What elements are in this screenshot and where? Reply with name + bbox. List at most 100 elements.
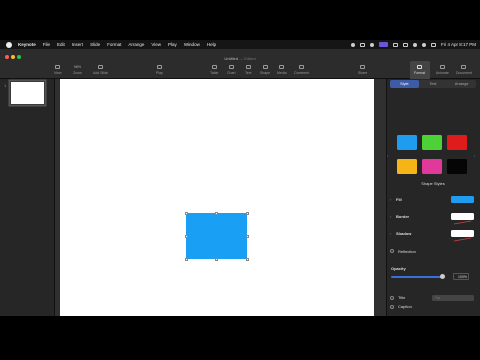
plus-icon bbox=[97, 65, 103, 69]
next-styles-icon[interactable]: › bbox=[474, 153, 475, 158]
status-icon[interactable] bbox=[359, 42, 365, 47]
title-checkbox[interactable] bbox=[390, 296, 394, 300]
comment-label: Comment bbox=[294, 71, 310, 75]
battery-icon[interactable] bbox=[402, 42, 408, 47]
menu-arrange[interactable]: Arrange bbox=[128, 42, 144, 47]
shadow-style-well[interactable] bbox=[451, 230, 474, 242]
media-icon bbox=[279, 65, 285, 69]
media-button[interactable]: Media bbox=[277, 65, 287, 75]
add-slide-label: Add Slide bbox=[93, 71, 108, 75]
title-label: Title bbox=[398, 295, 406, 300]
resize-handle[interactable] bbox=[215, 258, 218, 261]
style-swatch[interactable] bbox=[397, 135, 417, 150]
disclosure-icon[interactable]: › bbox=[390, 231, 391, 236]
shape-label: Shape bbox=[260, 71, 271, 75]
border-style-well[interactable] bbox=[451, 213, 474, 225]
caption-checkbox[interactable] bbox=[390, 305, 394, 309]
menu-edit[interactable]: Edit bbox=[57, 42, 65, 47]
app-window: Keynote File Edit Insert Slide Format Ar… bbox=[0, 40, 480, 316]
menu-slide[interactable]: Slide bbox=[90, 42, 100, 47]
animate-button[interactable]: Animate bbox=[436, 65, 449, 75]
shadow-label[interactable]: Shadow bbox=[396, 231, 411, 236]
document-icon bbox=[461, 65, 467, 69]
resize-handle[interactable] bbox=[215, 212, 218, 215]
format-button[interactable]: Format bbox=[414, 65, 425, 75]
style-swatch[interactable] bbox=[447, 135, 467, 150]
inspector-tabs: Style Text Arrange bbox=[390, 80, 476, 88]
border-label[interactable]: Border bbox=[396, 214, 409, 219]
menu-play[interactable]: Play bbox=[168, 42, 177, 47]
chart-icon bbox=[228, 65, 234, 69]
status-icon[interactable] bbox=[350, 42, 355, 47]
resize-handle[interactable] bbox=[185, 258, 188, 261]
reflection-checkbox[interactable] bbox=[390, 249, 394, 253]
play-icon bbox=[156, 65, 162, 69]
text-button[interactable]: Text bbox=[245, 65, 251, 75]
add-slide-button[interactable]: Add Slide bbox=[93, 65, 108, 75]
comment-icon bbox=[299, 65, 305, 69]
selected-shape[interactable] bbox=[186, 213, 247, 259]
apple-icon[interactable] bbox=[6, 41, 12, 48]
caption-label: Caption bbox=[398, 304, 412, 309]
tab-arrange[interactable]: Arrange bbox=[447, 80, 476, 88]
share-button[interactable]: Share bbox=[358, 65, 367, 75]
play-label: Play bbox=[156, 71, 163, 75]
status-icon[interactable] bbox=[392, 42, 398, 47]
table-button[interactable]: Table bbox=[210, 65, 218, 75]
title-position-dropdown[interactable]: Top bbox=[432, 295, 474, 301]
resize-handle[interactable] bbox=[246, 212, 249, 215]
wifi-icon[interactable] bbox=[412, 42, 417, 47]
slide-navigator bbox=[0, 79, 55, 316]
menu-view[interactable]: View bbox=[151, 42, 161, 47]
resize-handle[interactable] bbox=[185, 212, 188, 215]
disclosure-icon[interactable]: › bbox=[390, 197, 391, 202]
share-label: Share bbox=[358, 71, 368, 75]
view-button[interactable]: View bbox=[54, 65, 62, 75]
menu-format[interactable]: Format bbox=[107, 42, 121, 47]
menu-app-name[interactable]: Keynote bbox=[18, 42, 36, 47]
opacity-slider-knob[interactable] bbox=[440, 274, 445, 279]
menu-window[interactable]: Window bbox=[184, 42, 200, 47]
style-swatch[interactable] bbox=[447, 159, 467, 174]
comment-button[interactable]: Comment bbox=[294, 65, 309, 75]
style-swatch[interactable] bbox=[397, 159, 417, 174]
shape-button[interactable]: Shape bbox=[260, 65, 270, 75]
menu-insert[interactable]: Insert bbox=[72, 42, 83, 47]
style-swatch[interactable] bbox=[422, 135, 442, 150]
animate-icon bbox=[439, 65, 445, 69]
zoom-button[interactable]: 96% Zoom bbox=[73, 65, 82, 75]
disclosure-icon[interactable]: › bbox=[390, 214, 391, 219]
resize-handle[interactable] bbox=[246, 235, 249, 238]
search-icon[interactable] bbox=[421, 42, 426, 47]
toolbar: Untitled — Edited View 96% Zoom Add Slide… bbox=[0, 49, 480, 83]
chart-button[interactable]: Chart bbox=[227, 65, 236, 75]
resize-handle[interactable] bbox=[185, 235, 188, 238]
menu-help[interactable]: Help bbox=[207, 42, 216, 47]
previous-styles-icon[interactable]: ‹ bbox=[387, 153, 388, 158]
menu-file[interactable]: File bbox=[43, 42, 50, 47]
menu-clock[interactable]: Fri 4 Apr 8:17 PM bbox=[441, 42, 476, 47]
shape-icon bbox=[262, 65, 268, 69]
slide[interactable] bbox=[60, 79, 374, 316]
reflection-label: Reflection bbox=[398, 249, 416, 254]
document-name[interactable]: Untitled bbox=[224, 56, 238, 61]
resize-handle[interactable] bbox=[246, 258, 249, 261]
opacity-value-field[interactable]: 100% bbox=[453, 273, 469, 280]
fill-color-well[interactable] bbox=[451, 196, 474, 203]
document-button[interactable]: Document bbox=[456, 65, 472, 75]
control-center-icon[interactable] bbox=[430, 42, 436, 47]
style-swatch[interactable] bbox=[422, 159, 442, 174]
opacity-slider[interactable] bbox=[391, 276, 443, 278]
status-icon[interactable] bbox=[369, 42, 374, 47]
tab-style[interactable]: Style bbox=[390, 80, 419, 88]
sidebar-icon bbox=[55, 65, 61, 69]
paintbrush-icon bbox=[417, 65, 423, 69]
share-icon bbox=[360, 65, 366, 69]
fill-label[interactable]: Fill bbox=[396, 197, 402, 202]
tab-text[interactable]: Text bbox=[419, 80, 448, 88]
slide-thumbnail[interactable] bbox=[10, 81, 45, 105]
screen-recording-icon[interactable] bbox=[378, 42, 388, 47]
zoom-label: Zoom bbox=[73, 71, 82, 75]
shadow-line-icon bbox=[453, 237, 472, 242]
play-button[interactable]: Play bbox=[156, 65, 163, 75]
